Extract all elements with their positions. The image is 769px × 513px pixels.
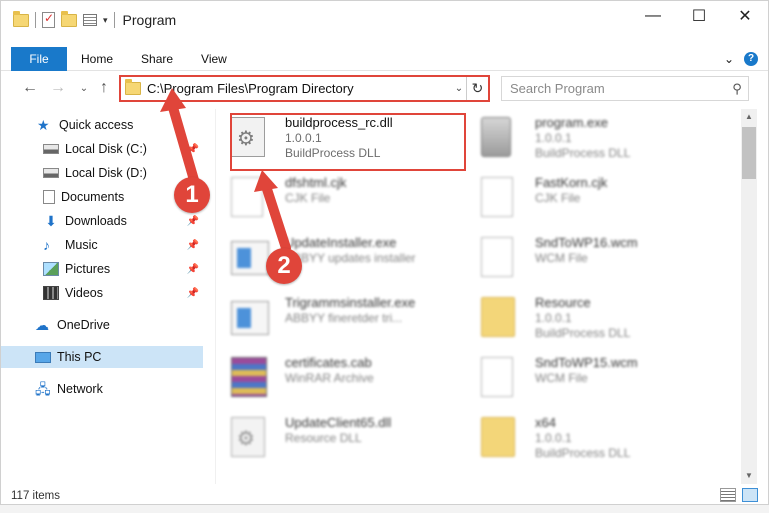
step-1-badge: 1 xyxy=(174,177,210,213)
arrow-2-head xyxy=(254,170,278,192)
arrow-1-head xyxy=(160,88,186,112)
annotation-arrows xyxy=(160,88,291,253)
step-2-badge: 2 xyxy=(266,248,302,284)
arrow-1-shaft xyxy=(167,99,199,185)
arrow-2-shaft xyxy=(261,181,291,253)
